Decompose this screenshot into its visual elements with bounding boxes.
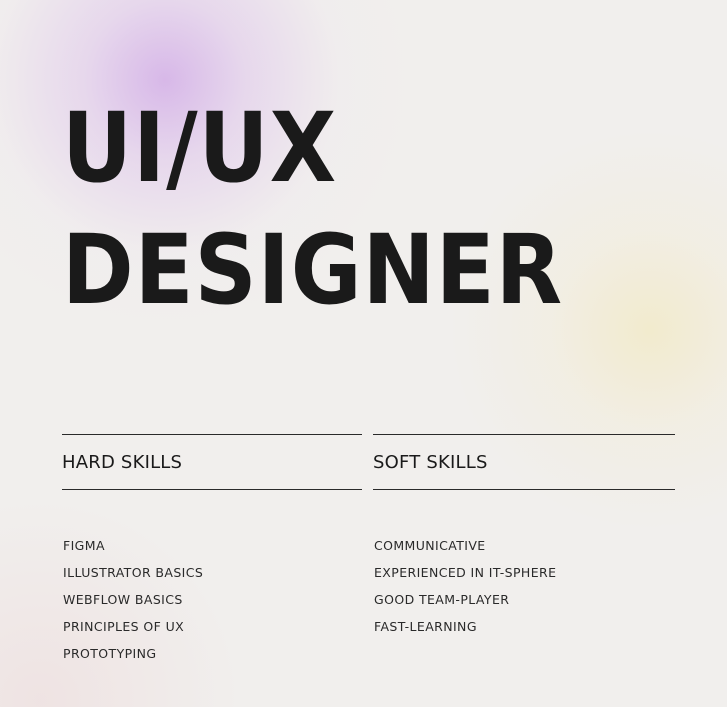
page-title-line-1: UI/UX [62, 92, 338, 204]
list-item: FAST-LEARNING [374, 619, 477, 634]
page-title-line-2: DESIGNER [62, 214, 564, 326]
list-item: WEBFLOW BASICS [63, 592, 183, 607]
hard-skills-section: HARD SKILLS FIGMA ILLUSTRATOR BASICS WEB… [62, 434, 362, 667]
list-item: FIGMA [63, 538, 105, 553]
list-item: GOOD TEAM-PLAYER [374, 592, 510, 607]
list-item: EXPERIENCED IN IT-SPHERE [374, 565, 557, 580]
list-item: ILLUSTRATOR BASICS [63, 565, 204, 580]
list-item: COMMUNICATIVE [374, 538, 486, 553]
soft-skills-list: COMMUNICATIVE EXPERIENCED IN IT-SPHERE G… [373, 532, 675, 640]
divider-bottom [62, 489, 362, 490]
list-item: PRINCIPLES OF UX [63, 619, 185, 634]
soft-skills-section: SOFT SKILLS COMMUNICATIVE EXPERIENCED IN… [373, 434, 675, 640]
hard-skills-list: FIGMA ILLUSTRATOR BASICS WEBFLOW BASICS … [62, 532, 362, 667]
soft-skills-heading: SOFT SKILLS [373, 452, 488, 473]
list-item: PROTOTYPING [63, 646, 157, 661]
hard-skills-heading: HARD SKILLS [62, 452, 183, 473]
divider-bottom [373, 489, 675, 490]
